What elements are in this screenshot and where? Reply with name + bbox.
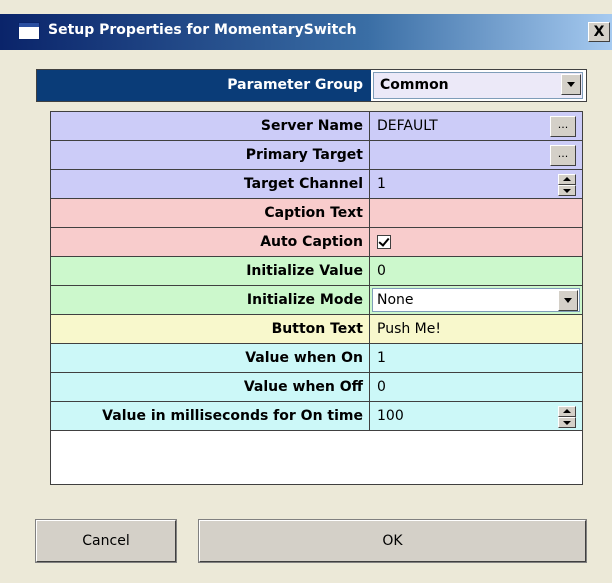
auto-caption-label: Auto Caption — [51, 228, 370, 256]
initialize-mode-value: None — [377, 292, 414, 308]
close-button[interactable]: X — [588, 22, 610, 42]
window-title: Setup Properties for MomentarySwitch — [48, 22, 357, 38]
property-grid: Server Name DEFAULT ... Primary Target .… — [50, 111, 583, 485]
row-value-when-off: Value when Off 0 — [51, 373, 582, 402]
chevron-down-icon[interactable] — [558, 290, 578, 311]
on-time-label: Value in milliseconds for On time — [51, 402, 370, 430]
ok-button[interactable]: OK — [198, 519, 587, 563]
value-when-on-label: Value when On — [51, 344, 370, 372]
row-initialize-value: Initialize Value 0 — [51, 257, 582, 286]
initialize-mode-select[interactable]: None — [372, 288, 580, 312]
primary-target-browse-button[interactable]: ... — [550, 145, 576, 166]
value-when-on-field[interactable]: 1 — [377, 344, 386, 372]
parameter-group-label: Parameter Group — [37, 70, 371, 101]
value-when-off-field[interactable]: 0 — [377, 373, 386, 401]
row-initialize-mode: Initialize Mode None — [51, 286, 582, 315]
server-name-browse-button[interactable]: ... — [550, 116, 576, 137]
spin-up-icon[interactable] — [558, 174, 576, 185]
target-channel-spinner[interactable] — [558, 174, 576, 196]
initialize-value-field[interactable]: 0 — [377, 257, 386, 285]
row-caption-text: Caption Text — [51, 199, 582, 228]
parameter-group-row: Parameter Group Common — [36, 69, 587, 102]
spin-up-icon[interactable] — [558, 406, 576, 417]
on-time-spinner[interactable] — [558, 406, 576, 428]
server-name-field[interactable]: DEFAULT — [377, 112, 438, 140]
title-bar: Setup Properties for MomentarySwitch X — [0, 14, 612, 50]
chevron-down-icon[interactable] — [561, 74, 581, 95]
auto-caption-checkbox[interactable] — [377, 235, 391, 249]
row-target-channel: Target Channel 1 — [51, 170, 582, 199]
on-time-field[interactable]: 100 — [377, 402, 404, 430]
cancel-button[interactable]: Cancel — [35, 519, 177, 563]
spin-down-icon[interactable] — [558, 185, 576, 196]
target-channel-field[interactable]: 1 — [377, 170, 386, 198]
initialize-value-label: Initialize Value — [51, 257, 370, 285]
target-channel-label: Target Channel — [51, 170, 370, 198]
window-icon — [18, 22, 40, 40]
row-auto-caption: Auto Caption — [51, 228, 582, 257]
server-name-label: Server Name — [51, 112, 370, 140]
initialize-mode-label: Initialize Mode — [51, 286, 370, 314]
row-server-name: Server Name DEFAULT ... — [51, 112, 582, 141]
button-text-label: Button Text — [51, 315, 370, 343]
primary-target-label: Primary Target — [51, 141, 370, 169]
value-when-off-label: Value when Off — [51, 373, 370, 401]
parameter-group-select[interactable]: Common — [373, 72, 583, 99]
parameter-group-value: Common — [380, 77, 449, 93]
row-button-text: Button Text Push Me! — [51, 315, 582, 344]
spin-down-icon[interactable] — [558, 417, 576, 428]
row-primary-target: Primary Target ... — [51, 141, 582, 170]
caption-text-label: Caption Text — [51, 199, 370, 227]
row-on-time: Value in milliseconds for On time 100 — [51, 402, 582, 431]
row-value-when-on: Value when On 1 — [51, 344, 582, 373]
button-text-field[interactable]: Push Me! — [377, 315, 441, 343]
setup-dialog: Setup Properties for MomentarySwitch X P… — [0, 0, 612, 583]
